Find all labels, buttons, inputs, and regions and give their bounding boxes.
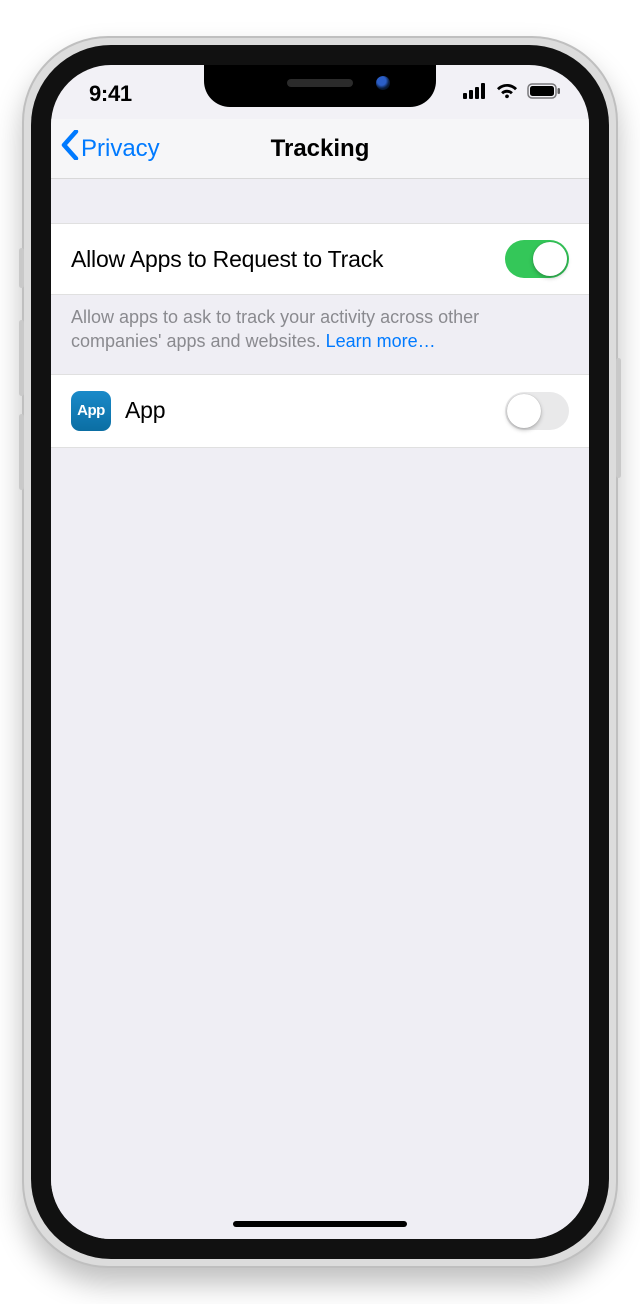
settings-content: Allow Apps to Request to Track Allow app…	[51, 179, 589, 1239]
status-bar: 9:41	[51, 65, 589, 119]
volume-down-button	[19, 414, 24, 490]
battery-icon	[527, 83, 561, 99]
home-indicator[interactable]	[233, 1221, 407, 1227]
cellular-signal-icon	[463, 83, 487, 99]
allow-apps-to-request-row: Allow Apps to Request to Track	[51, 223, 589, 295]
page-title: Tracking	[51, 119, 589, 178]
app-tracking-toggle[interactable]	[505, 392, 569, 430]
volume-up-button	[19, 320, 24, 396]
allow-apps-toggle[interactable]	[505, 240, 569, 278]
phone-frame: 9:41	[22, 36, 618, 1268]
status-time: 9:41	[89, 81, 132, 107]
app-name-label: App	[125, 397, 505, 424]
ring-silent-switch	[19, 248, 24, 288]
wifi-icon	[495, 83, 519, 99]
learn-more-link[interactable]: Learn more…	[326, 331, 436, 351]
section-footer: Allow apps to ask to track your activity…	[51, 295, 589, 374]
app-tracking-row: App App	[51, 374, 589, 448]
side-power-button	[616, 358, 621, 478]
app-icon: App	[71, 391, 111, 431]
navigation-bar: Privacy Tracking	[51, 119, 589, 179]
screen: 9:41	[51, 65, 589, 1239]
allow-apps-title: Allow Apps to Request to Track	[71, 246, 505, 273]
